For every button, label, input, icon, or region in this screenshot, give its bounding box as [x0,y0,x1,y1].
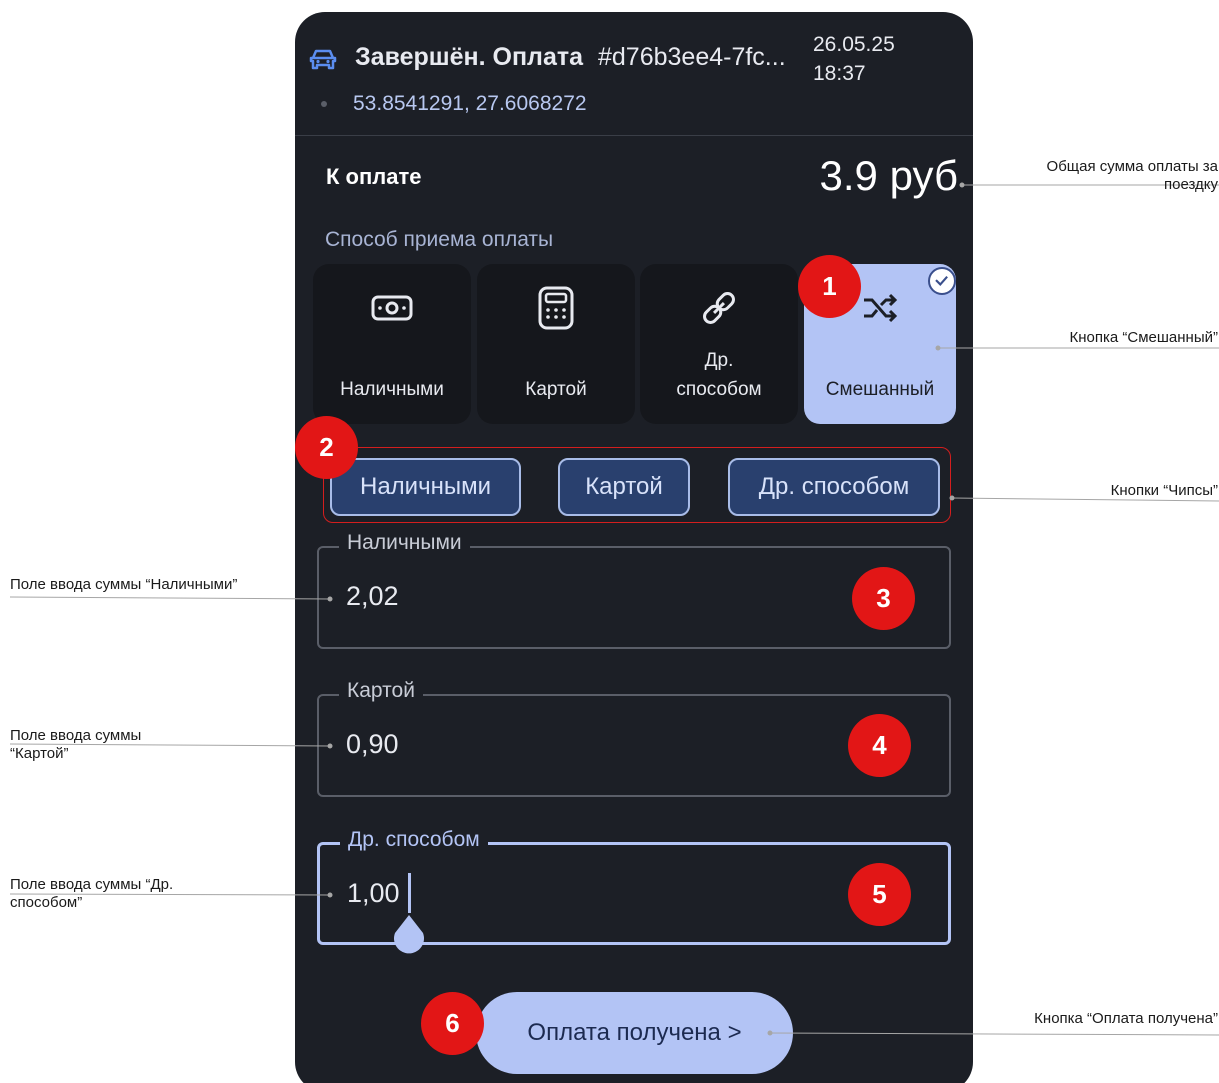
payment-method-other-label-2: способом [676,379,762,400]
order-coordinates: 53.8541291, 27.6068272 [353,92,587,115]
calculator-icon [538,286,574,330]
text-caret [408,873,411,913]
order-id: #d76b3ee4-7fc... [598,43,786,71]
link-icon [703,292,735,324]
payment-method-cash-label: Наличными [340,379,444,400]
order-datetime: 26.05.25 18:37 [813,30,895,88]
marker-5: 5 [848,863,911,926]
caret-handle-icon[interactable] [391,915,427,957]
payment-method-card[interactable]: Картой [477,264,635,424]
payment-method-mixed-label: Смешанный [825,379,935,400]
payment-received-button[interactable]: Оплата получена > [476,992,793,1074]
marker-3: 3 [852,567,915,630]
card-amount-field-label: Картой [339,679,423,703]
shuffle-icon [864,293,898,323]
marker-4: 4 [848,714,911,777]
cash-icon [371,295,413,321]
chip-other[interactable]: Др. способом [728,458,940,516]
order-time: 18:37 [813,62,866,85]
annotation-paid-button: Кнопка “Оплата получена” [1034,1010,1218,1027]
annotation-chips: Кнопки “Чипсы” [1110,482,1218,499]
annotation-card-field: Поле ввода суммы “Картой” [10,727,142,762]
location-dot [321,101,327,107]
annotation-other-field: Поле ввода суммы “Др. способом” [10,876,174,911]
marker-1: 1 [798,255,861,318]
chip-card[interactable]: Картой [558,458,690,516]
to-pay-amount: 3.9 руб [819,152,958,199]
annotation-total: Общая сумма оплаты за поездку [1046,158,1218,193]
selected-check-icon [928,267,956,295]
marker-6: 6 [421,992,484,1055]
other-amount-input[interactable]: 1,00 [347,878,400,909]
marker-2: 2 [295,416,358,479]
header-divider [295,135,973,136]
card-amount-input[interactable]: 0,90 [346,729,399,760]
order-date: 26.05.25 [813,33,895,56]
annotation-cash-field: Поле ввода суммы “Наличными” [10,576,238,593]
to-pay-label: К оплате [326,164,422,189]
payment-method-card-label: Картой [525,379,587,400]
cash-amount-field-label: Наличными [339,531,470,555]
order-status: Завершён. Оплата [355,43,583,71]
chip-cash[interactable]: Наличными [330,458,521,516]
payment-method-other-label-1: Др. [704,350,734,371]
payment-method-title: Способ приема оплаты [325,228,554,251]
payment-method-other[interactable]: Др. способом [640,264,798,424]
order-header: Завершён. Оплата #d76b3ee4-7fc... 26.05.… [295,12,973,136]
annotation-mixed-button: Кнопка “Смешанный” [1069,329,1218,346]
cash-amount-input[interactable]: 2,02 [346,581,399,612]
taxi-icon [309,49,337,70]
other-amount-field-label: Др. способом [340,828,488,852]
payment-method-cash[interactable]: Наличными [313,264,471,424]
